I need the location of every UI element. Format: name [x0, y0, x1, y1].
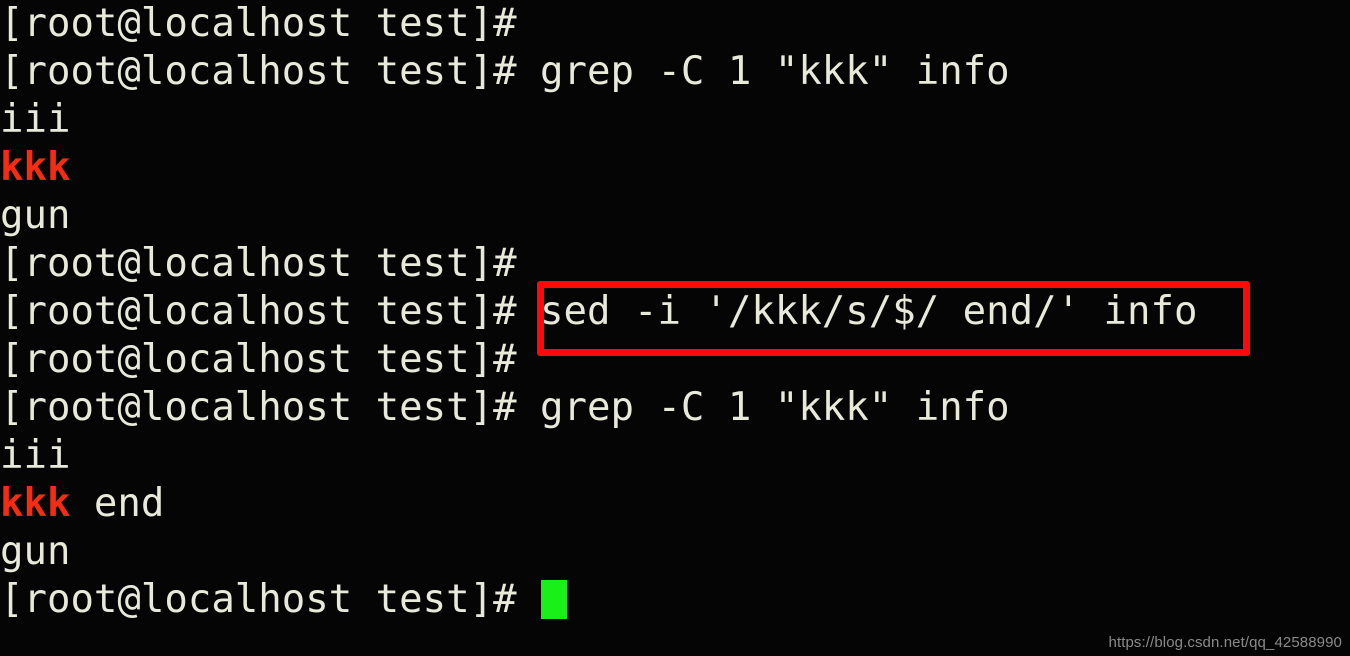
- line-4-output-kkk-match: kkk: [0, 144, 1350, 192]
- terminal-screen[interactable]: [root@localhost test]# [root@localhost te…: [0, 0, 1350, 656]
- terminal-text: [root@localhost test]#: [0, 241, 517, 286]
- line-9-grep-command: [root@localhost test]# grep -C 1 "kkk" i…: [0, 384, 1350, 432]
- line-2-grep-command: [root@localhost test]# grep -C 1 "kkk" i…: [0, 48, 1350, 96]
- text-cursor: [541, 580, 568, 619]
- terminal-window[interactable]: [root@localhost test]# [root@localhost te…: [0, 0, 1350, 656]
- line-10-output-iii: iii: [0, 432, 1350, 480]
- terminal-text: gun: [0, 193, 71, 238]
- terminal-text: iii: [0, 433, 71, 478]
- terminal-text: [root@localhost test]# grep -C 1 "kkk" i…: [0, 385, 1010, 430]
- grep-match-text: kkk: [0, 145, 71, 190]
- line-6-prompt: [root@localhost test]#: [0, 240, 1350, 288]
- terminal-text: [root@localhost test]#: [0, 577, 541, 622]
- line-12-output-gun: gun: [0, 528, 1350, 576]
- grep-match-text: kkk: [0, 481, 71, 526]
- line-8-prompt: [root@localhost test]#: [0, 336, 1350, 384]
- terminal-text: end: [70, 481, 165, 526]
- line-1-prompt: [root@localhost test]#: [0, 0, 1350, 48]
- watermark-url: https://blog.csdn.net/qq_42588990: [1108, 634, 1342, 651]
- terminal-text: [root@localhost test]#: [0, 1, 517, 46]
- line-3-output-iii: iii: [0, 96, 1350, 144]
- terminal-text: [root@localhost test]#: [0, 337, 517, 382]
- line-7-sed-command: [root@localhost test]# sed -i '/kkk/s/$/…: [0, 288, 1350, 336]
- line-13-prompt-cursor: [root@localhost test]#: [0, 576, 1350, 624]
- terminal-text: iii: [0, 97, 71, 142]
- line-5-output-gun: gun: [0, 192, 1350, 240]
- line-11-output-kkk-end: kkk end: [0, 480, 1350, 528]
- terminal-text: [root@localhost test]# grep -C 1 "kkk" i…: [0, 49, 1010, 94]
- terminal-text: [root@localhost test]# sed -i '/kkk/s/$/…: [0, 289, 1198, 334]
- terminal-text: gun: [0, 529, 71, 574]
